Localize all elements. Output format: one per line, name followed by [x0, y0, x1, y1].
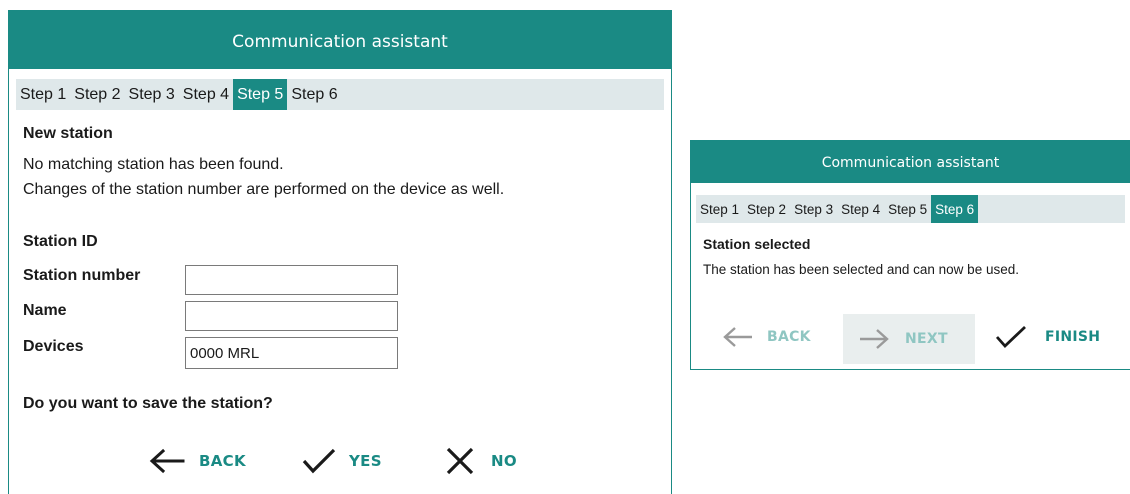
back-button-label: BACK — [767, 329, 811, 345]
next-button[interactable]: NEXT — [843, 314, 975, 364]
yes-button[interactable]: YES — [301, 443, 382, 479]
step-bar: Step 1 Step 2 Step 3 Step 4 Step 5 Step … — [696, 195, 1125, 223]
name-label: Name — [23, 302, 67, 319]
name-input[interactable] — [185, 301, 398, 331]
message-text: The station has been selected and can no… — [703, 262, 1019, 277]
step-tab-6[interactable]: Step 6 — [931, 195, 979, 223]
finish-button[interactable]: FINISH — [995, 315, 1100, 359]
communication-assistant-dialog-step6: Communication assistant Step 1 Step 2 St… — [690, 140, 1130, 370]
back-button[interactable]: BACK — [721, 315, 811, 359]
step-bar: Step 1 Step 2 Step 3 Step 4 Step 5 Step … — [16, 79, 664, 110]
step-tab-4[interactable]: Step 4 — [179, 79, 233, 110]
arrow-right-icon — [857, 326, 891, 352]
devices-label: Devices — [23, 338, 84, 355]
no-button-label: NO — [491, 452, 517, 470]
step-tab-2[interactable]: Step 2 — [743, 195, 790, 223]
arrow-left-icon — [147, 446, 187, 476]
check-icon — [301, 446, 337, 476]
arrow-left-icon — [721, 324, 755, 350]
step-tab-3[interactable]: Step 3 — [790, 195, 837, 223]
yes-button-label: YES — [349, 452, 382, 470]
next-button-label: NEXT — [905, 331, 948, 347]
x-icon — [445, 446, 475, 476]
dialog-title: Communication assistant — [691, 141, 1130, 183]
message-line-1: No matching station has been found. — [23, 156, 284, 173]
step-tab-4[interactable]: Step 4 — [837, 195, 884, 223]
station-number-label: Station number — [23, 267, 141, 284]
back-button-label: BACK — [199, 452, 246, 470]
no-button[interactable]: NO — [445, 443, 517, 479]
step-tab-3[interactable]: Step 3 — [125, 79, 179, 110]
step-tab-1[interactable]: Step 1 — [16, 79, 70, 110]
save-question: Do you want to save the station? — [23, 395, 273, 412]
section-heading: Station selected — [703, 236, 811, 252]
back-button[interactable]: BACK — [147, 443, 246, 479]
devices-input[interactable] — [185, 337, 398, 369]
dialog-title: Communication assistant — [9, 11, 671, 69]
step-tab-6[interactable]: Step 6 — [287, 79, 341, 110]
check-icon — [995, 324, 1027, 350]
communication-assistant-dialog-step5: Communication assistant Step 1 Step 2 St… — [8, 10, 672, 494]
step-tab-5[interactable]: Step 5 — [233, 79, 288, 110]
station-id-title: Station ID — [23, 233, 98, 250]
step-tab-2[interactable]: Step 2 — [70, 79, 124, 110]
section-heading: New station — [23, 125, 113, 142]
step-tab-5[interactable]: Step 5 — [884, 195, 931, 223]
finish-button-label: FINISH — [1045, 329, 1101, 345]
message-line-2: Changes of the station number are perfor… — [23, 181, 505, 198]
step-tab-1[interactable]: Step 1 — [696, 195, 743, 223]
station-number-input[interactable] — [185, 265, 398, 295]
